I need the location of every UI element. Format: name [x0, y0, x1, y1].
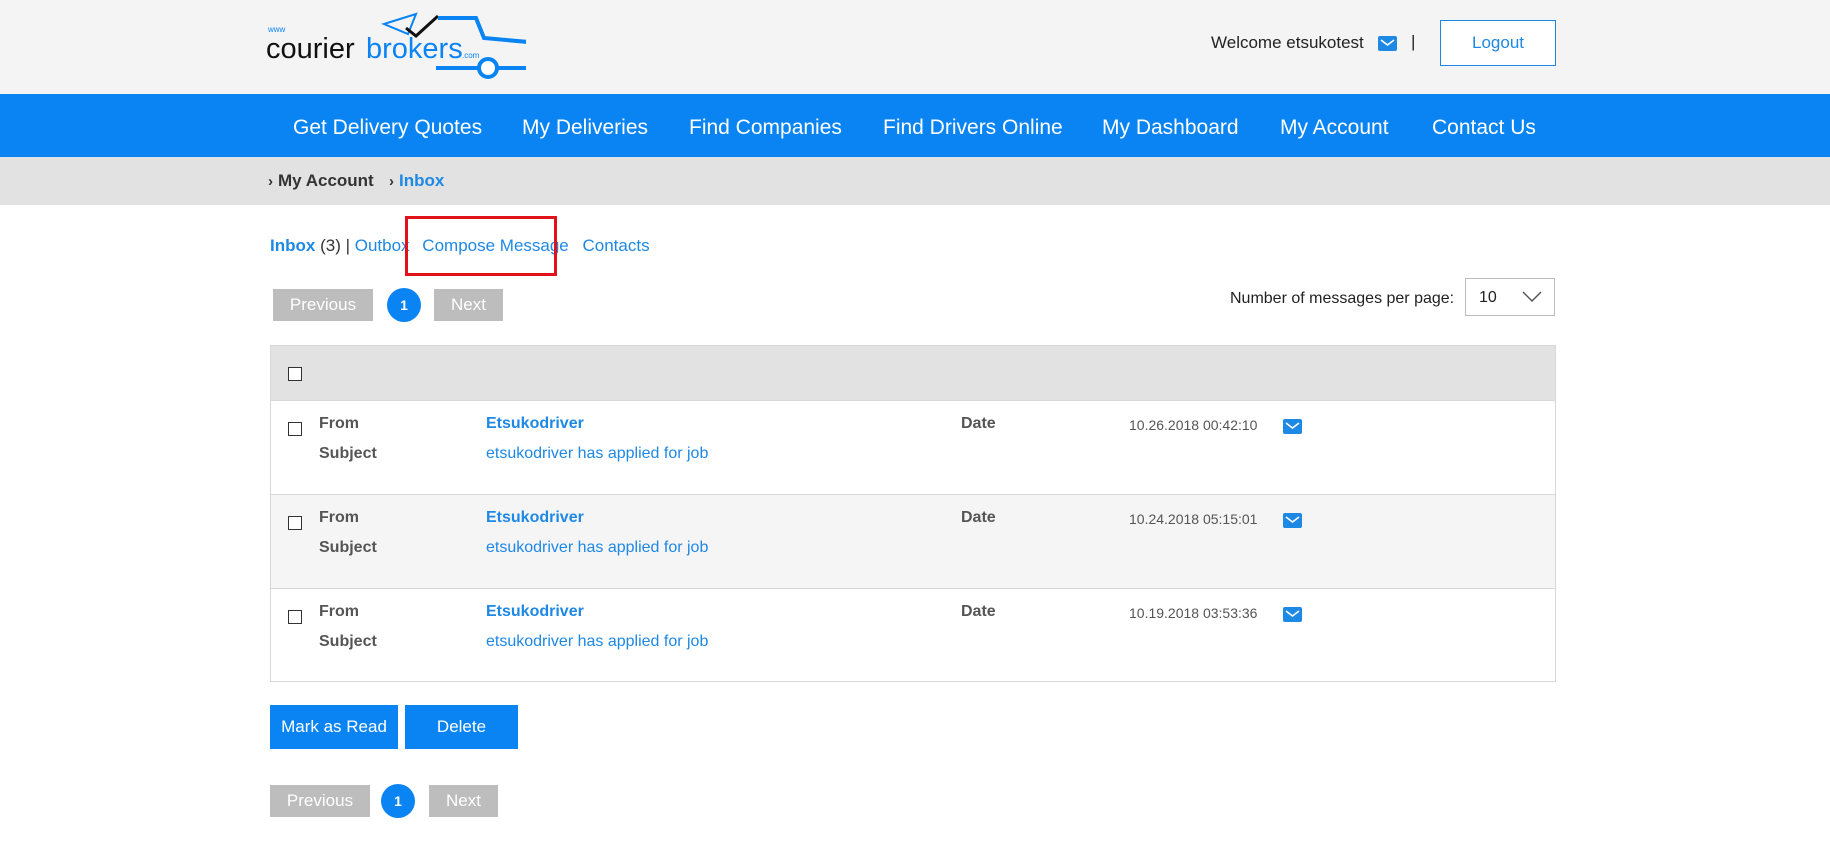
mark-as-read-button[interactable]: Mark as Read [270, 705, 398, 749]
tab-contacts[interactable]: Contacts [583, 236, 650, 255]
subject-label: Subject [319, 633, 377, 650]
from-label: From [319, 509, 359, 526]
nav-item-find-companies[interactable]: Find Companies [689, 116, 842, 140]
tab-inbox[interactable]: Inbox [270, 236, 315, 255]
table-row: From Etsukodriver Subject etsukodriver h… [271, 494, 1555, 588]
from-value[interactable]: Etsukodriver [486, 603, 584, 621]
envelope-icon[interactable] [1283, 419, 1302, 434]
chevron-right-icon: › [268, 173, 273, 190]
subject-label: Subject [319, 445, 377, 462]
svg-text:courier: courier [266, 33, 355, 65]
previous-button-bottom[interactable]: Previous [270, 785, 370, 817]
header-separator: | [1411, 32, 1416, 51]
site-header: www courier brokers .com Welcome etsukot… [0, 0, 1830, 94]
tab-outbox[interactable]: Outbox [355, 236, 410, 255]
envelope-icon[interactable] [1283, 607, 1302, 622]
main-nav: Get Delivery Quotes My Deliveries Find C… [0, 94, 1830, 157]
row-checkbox[interactable] [288, 422, 302, 436]
compose-highlight-box [405, 216, 557, 276]
table-row: From Etsukodriver Subject etsukodriver h… [271, 588, 1555, 682]
date-label: Date [961, 415, 996, 432]
delete-button[interactable]: Delete [405, 705, 518, 749]
from-label: From [319, 603, 359, 620]
subject-value[interactable]: etsukodriver has applied for job [486, 633, 708, 651]
breadcrumb: › My Account › Inbox [0, 157, 1830, 205]
per-page-label: Number of messages per page: [1230, 290, 1455, 307]
chevron-right-icon: › [389, 173, 394, 190]
envelope-icon[interactable] [1283, 513, 1302, 528]
breadcrumb-my-account[interactable]: › My Account [268, 171, 374, 191]
page-number-top[interactable]: 1 [387, 288, 421, 322]
chevron-down-icon [1522, 291, 1542, 303]
nav-item-contact-us[interactable]: Contact Us [1432, 116, 1536, 140]
table-header [271, 346, 1555, 400]
date-value: 10.24.2018 05:15:01 [1129, 511, 1258, 527]
row-checkbox[interactable] [288, 610, 302, 624]
tab-separator: | [345, 236, 351, 255]
date-label: Date [961, 603, 996, 620]
from-value[interactable]: Etsukodriver [486, 415, 584, 433]
subject-label: Subject [319, 539, 377, 556]
nav-item-my-deliveries[interactable]: My Deliveries [522, 116, 648, 140]
next-button-top[interactable]: Next [434, 289, 503, 321]
courierbrokers-logo[interactable]: www courier brokers .com [266, 12, 530, 80]
breadcrumb-inbox[interactable]: › Inbox [389, 171, 444, 191]
previous-button-top[interactable]: Previous [273, 289, 373, 321]
messages-table: From Etsukodriver Subject etsukodriver h… [270, 345, 1556, 682]
nav-item-find-drivers-online[interactable]: Find Drivers Online [883, 116, 1063, 140]
nav-item-get-delivery-quotes[interactable]: Get Delivery Quotes [293, 116, 482, 140]
per-page-select[interactable]: 10 [1465, 278, 1555, 316]
logout-button[interactable]: Logout [1440, 20, 1556, 66]
welcome-text: Welcome etsukotest [1211, 33, 1364, 52]
table-row: From Etsukodriver Subject etsukodriver h… [271, 400, 1555, 494]
row-checkbox[interactable] [288, 516, 302, 530]
page-number-bottom[interactable]: 1 [381, 784, 415, 818]
date-label: Date [961, 509, 996, 526]
envelope-icon[interactable] [1378, 36, 1397, 51]
svg-text:.com: .com [462, 51, 480, 60]
from-label: From [319, 415, 359, 432]
subject-value[interactable]: etsukodriver has applied for job [486, 445, 708, 463]
per-page-value: 10 [1479, 289, 1497, 306]
date-value: 10.26.2018 00:42:10 [1129, 417, 1258, 433]
select-all-checkbox[interactable] [288, 367, 302, 381]
svg-text:brokers: brokers [366, 33, 463, 65]
nav-item-my-account[interactable]: My Account [1280, 116, 1389, 140]
nav-item-my-dashboard[interactable]: My Dashboard [1102, 116, 1239, 140]
inbox-count: (3) [320, 236, 341, 255]
from-value[interactable]: Etsukodriver [486, 509, 584, 527]
next-button-bottom[interactable]: Next [429, 785, 498, 817]
subject-value[interactable]: etsukodriver has applied for job [486, 539, 708, 557]
date-value: 10.19.2018 03:53:36 [1129, 605, 1258, 621]
